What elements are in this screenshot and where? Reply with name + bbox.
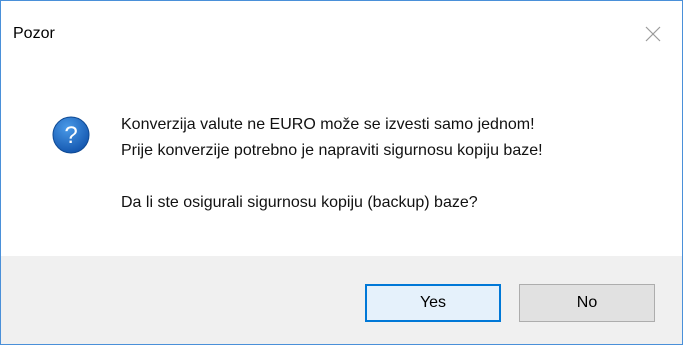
yes-button[interactable]: Yes: [365, 284, 501, 322]
title-bar: Pozor: [1, 1, 682, 65]
svg-text:?: ?: [64, 122, 77, 149]
message-line-3: Da li ste osigurali sigurnosu kopiju (ba…: [121, 194, 478, 211]
close-icon[interactable]: [637, 18, 669, 50]
message-line-2: Prije konverzije potrebno je napraviti s…: [121, 142, 543, 159]
dialog-title: Pozor: [13, 25, 55, 42]
question-icon: ?: [51, 115, 91, 155]
dialog-content: ? Konverzija valute ne EURO može se izve…: [1, 65, 682, 256]
button-bar: Yes No: [1, 256, 682, 344]
message-line-1: Konverzija valute ne EURO može se izvest…: [121, 116, 535, 133]
message-dialog: Pozor ? Konverzija valute ne EURO može s: [0, 0, 683, 345]
no-button[interactable]: No: [519, 284, 655, 322]
